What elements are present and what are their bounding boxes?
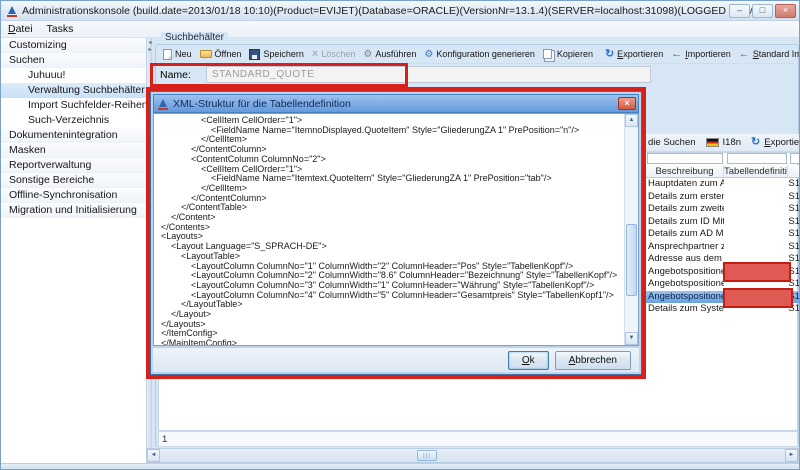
column-header-cut[interactable] [788,165,800,178]
sidebar-item-offline-synchronisation[interactable]: Offline-Synchronisation [1,188,146,203]
scroll-right-icon[interactable]: ► [785,449,798,462]
column-header-tabellendefinition[interactable]: Tabellendefinition [724,165,788,178]
exportieren-button[interactable]: Exportieren [764,137,800,148]
dialog-title: XML-Struktur für die Tabellendefinition [173,98,351,110]
open-folder-icon [200,50,212,58]
xml-content: <CellItem CellOrder="1"> <FieldName Name… [154,114,624,345]
sidebar-item-dokumentenintegration[interactable]: Dokumentenintegration [1,128,146,143]
sidebar-item-masken[interactable]: Masken [1,143,146,158]
app-icon [6,5,18,17]
ausfuehren-button[interactable]: Ausführen [359,46,420,63]
horizontal-scrollbar[interactable]: ◄ ||| ► [146,448,799,463]
konfiguration-generieren-button[interactable]: Konfiguration generieren [420,46,539,63]
window-titlebar: Administrationskonsole (build.date=2013/… [1,1,800,21]
oeffnen-button[interactable]: Öffnen [196,46,246,63]
scroll-down-icon[interactable]: ▼ [625,332,638,345]
scroll-left-icon[interactable]: ◄ [147,449,160,462]
menu-tasks[interactable]: Tasks [40,21,81,38]
sidebar-item-juhuuu[interactable]: Juhuuu! [1,68,146,83]
minimize-button[interactable]: – [729,4,750,18]
kopieren-button[interactable]: Kopieren [539,46,597,63]
suchbehaelter-toolbar: Neu Öffnen Speichern Löschen Ausführen K… [159,45,794,64]
results-toolbar: die Suchen I18n Exportieren [646,134,800,152]
exportieren-button[interactable]: Exportieren [601,46,667,63]
importieren-button[interactable]: Importieren [667,46,735,63]
table-row[interactable]: Angebotspositionen (... S1 [646,266,800,279]
groupbox-label: Suchbehälter [161,32,228,44]
name-label: Name: [160,69,191,81]
table-row[interactable]: Ansprechpartner zum... S1 [646,241,800,254]
name-row: Name: STANDARD_QUOTE [152,65,800,87]
filter-input-cut[interactable] [790,153,800,164]
application-window: Administrationskonsole (build.date=2013/… [0,0,800,470]
scroll-up-icon[interactable]: ▲ [625,114,638,127]
dialog-vertical-scrollbar[interactable]: ▲ ▼ [624,114,638,345]
results-panel: die Suchen I18n Exportieren Beschreibung… [646,134,800,431]
table-row[interactable]: Angebotspositionen (... S1 [646,278,800,291]
xml-structure-dialog: XML-Struktur für die Tabellendefinition … [150,91,642,375]
window-bottom-strip [1,463,800,470]
filter-input-tabellendefinition[interactable] [727,153,787,164]
menu-datei[interactable]: Datei [1,21,40,38]
standard-import-arrow-icon [739,49,750,60]
dialog-close-button[interactable]: × [618,97,636,110]
table-row[interactable]: Details zum zweiten U... S1 [646,203,800,216]
table-row[interactable]: Hauptdaten zum Ang... S1 [646,178,800,191]
table-row[interactable]: Details zum Systembe... S1 [646,303,800,316]
navigation-sidebar: Customizing Suchen Juhuuu! Verwaltung Su… [1,38,146,463]
i18n-button[interactable]: I18n [723,137,742,148]
new-document-icon [163,49,172,60]
table-row[interactable]: Details zum ID Mitarb... S1 [646,216,800,229]
line-number: 1 [162,434,167,445]
table-row[interactable]: Details zum AD Mitar... S1 [646,228,800,241]
sidebar-item-verwaltung-suchbehaelter[interactable]: Verwaltung Suchbehälter [1,83,146,98]
sidebar-item-customizing[interactable]: Customizing [1,38,146,53]
save-floppy-icon [249,49,260,60]
german-flag-icon [706,138,719,147]
grid-footer: 1 [158,431,798,447]
sidebar-item-sonstige-bereiche[interactable]: Sonstige Bereiche [1,173,146,188]
run-gear-icon [363,49,372,60]
close-button[interactable]: × [775,4,796,18]
table-row[interactable]: Adresse aus dem Ans... S1 [646,253,800,266]
scrollbar-thumb[interactable] [626,224,637,296]
annotation-box-dialog: XML-Struktur für die Tabellendefinition … [146,87,646,379]
cancel-button[interactable]: Abbrechen [555,351,631,370]
generate-config-icon [424,49,433,60]
export-arrow-icon [751,137,760,148]
import-arrow-icon [671,49,682,60]
copy-pages-icon [543,49,552,59]
sidebar-item-such-verzeichnis[interactable]: Such-Verzeichnis [1,113,146,128]
table-row[interactable]: Details zum ersten Un... S1 [646,191,800,204]
suchen-label-fragment[interactable]: die Suchen [648,137,696,148]
filter-input-beschreibung[interactable] [647,153,723,164]
dialog-icon [157,98,169,110]
table-row-selected[interactable]: Angebotspositionen z... S1 [646,291,800,304]
dialog-titlebar: XML-Struktur für die Tabellendefinition … [153,94,639,113]
delete-x-icon [312,49,318,60]
xml-text-area[interactable]: <CellItem CellOrder="1"> <FieldName Name… [154,114,624,345]
sidebar-item-suchen[interactable]: Suchen [1,53,146,68]
export-arrow-icon [605,49,614,60]
ok-button[interactable]: Ok [508,351,549,370]
sidebar-item-reportverwaltung[interactable]: Reportverwaltung [1,158,146,173]
name-input[interactable]: STANDARD_QUOTE [206,66,651,83]
loeschen-button: Löschen [308,46,359,63]
column-header-beschreibung[interactable]: Beschreibung [646,165,724,178]
maximize-button[interactable]: □ [752,4,773,18]
menubar: Datei Tasks [1,21,800,38]
sidebar-item-import-suchfelder-reihenfolge[interactable]: Import Suchfelder-Reihenfolge [1,98,146,113]
dialog-button-bar: Ok Abbrechen [153,347,639,372]
speichern-button[interactable]: Speichern [245,46,308,63]
window-title: Administrationskonsole (build.date=2013/… [22,5,767,17]
standard-import-button[interactable]: Standard Import [735,46,800,63]
scrollbar-thumb[interactable]: ||| [417,450,437,461]
sidebar-item-migration-und-initialisierung[interactable]: Migration und Initialisierung [1,203,146,218]
dialog-body: <CellItem CellOrder="1"> <FieldName Name… [153,113,639,346]
neu-button[interactable]: Neu [159,46,196,63]
